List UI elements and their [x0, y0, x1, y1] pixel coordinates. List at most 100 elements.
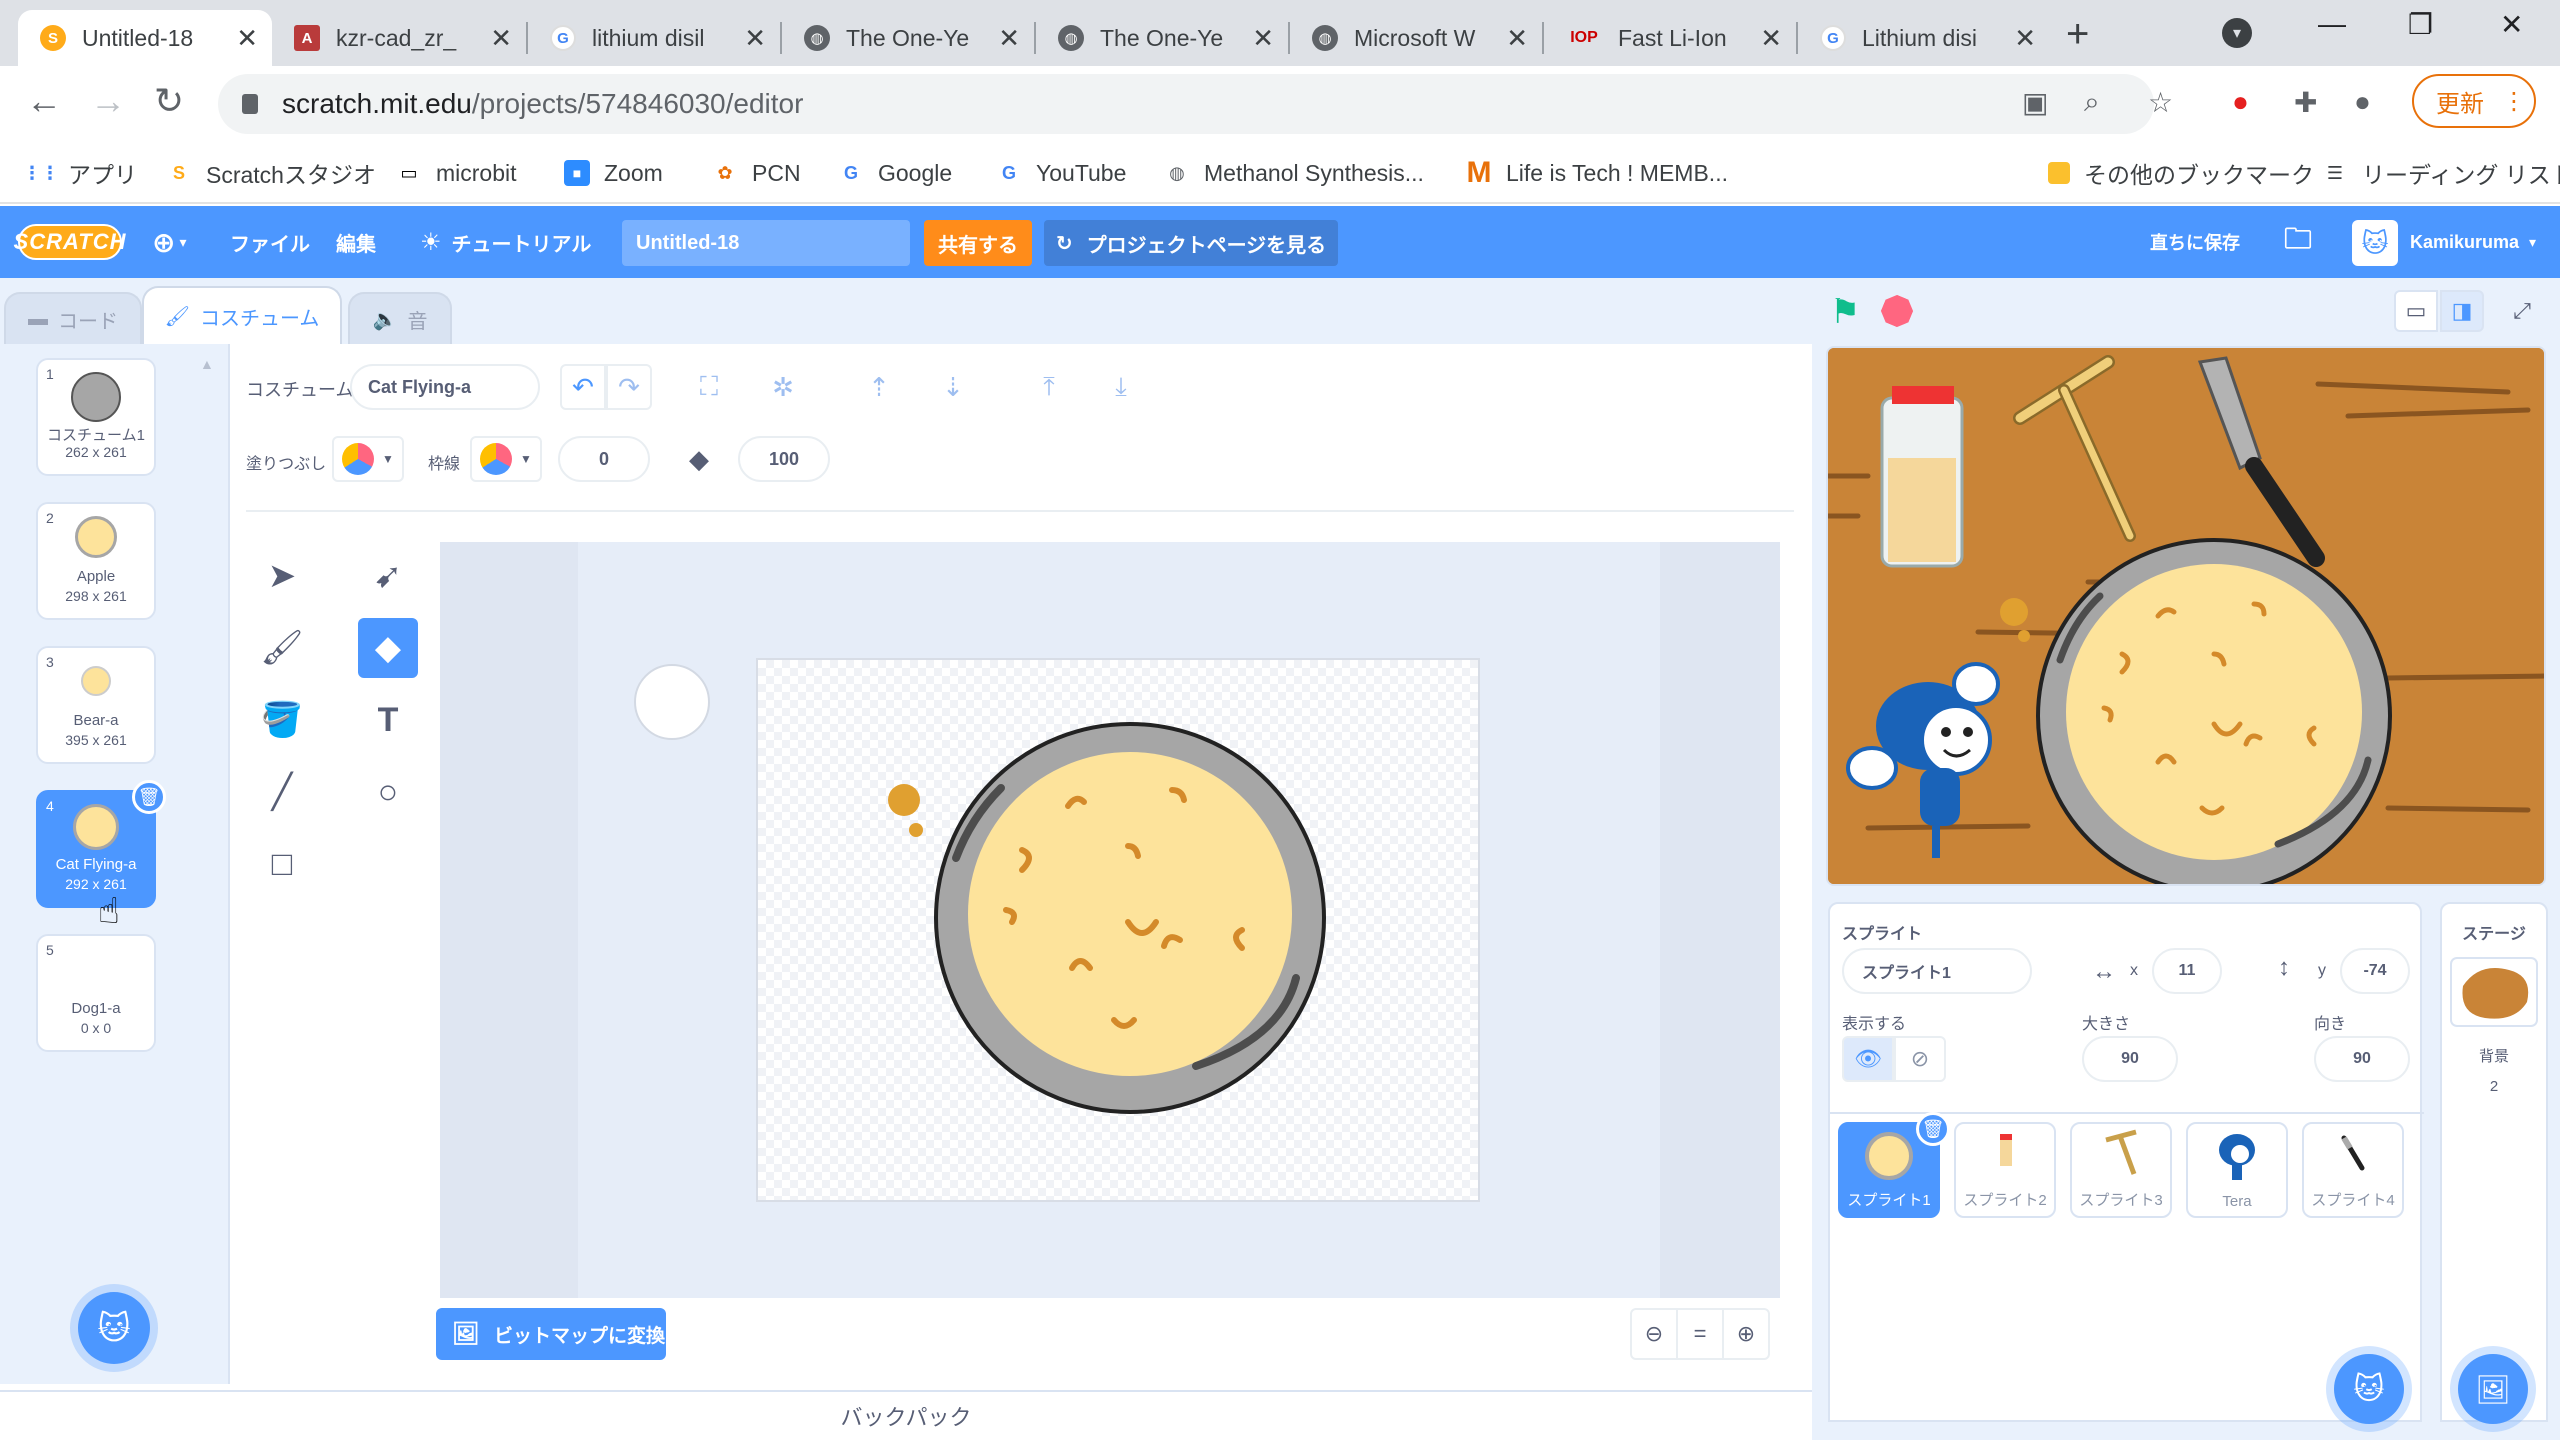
front-layer-icon[interactable]: ⤒	[1026, 364, 1072, 410]
direction-input[interactable]: 90	[2314, 1036, 2410, 1082]
my-stuff-folder-icon[interactable]: 🗀	[2284, 206, 2312, 278]
browser-tab[interactable]: ◍ Microsoft W ✕	[1290, 10, 1542, 66]
edit-menu[interactable]: 編集	[336, 206, 376, 278]
costume-card[interactable]: 5 Dog1-a 0 x 0	[36, 934, 156, 1052]
backpack-bar[interactable]: バックパック	[0, 1390, 1812, 1440]
size-input[interactable]: 90	[2082, 1036, 2178, 1082]
bookmark-life-is-tech[interactable]: M Life is Tech ! MEMB...	[1466, 154, 1728, 192]
bookmark-youtube[interactable]: G YouTube	[996, 154, 1126, 192]
costume-card[interactable]: 3 Bear-a 395 x 261	[36, 646, 156, 764]
line-tool-icon[interactable]: ╱	[252, 762, 312, 822]
browser-tab[interactable]: G lithium disil ✕	[528, 10, 780, 66]
tutorial-menu[interactable]: ☀ チュートリアル	[420, 206, 591, 278]
select-tool-icon[interactable]: ➤	[252, 546, 312, 606]
tab-code[interactable]: ▬ コード	[4, 292, 142, 344]
y-input[interactable]: -74	[2340, 948, 2410, 994]
project-title-input[interactable]: Untitled-18	[622, 220, 910, 266]
see-project-page-button[interactable]: ↻ プロジェクトページを見る	[1044, 220, 1338, 266]
bookmark-star-icon[interactable]: ☆	[2148, 86, 2173, 119]
sprite-name-input[interactable]: スプライト1	[1842, 948, 2032, 994]
sprite-card[interactable]: スプライト3	[2070, 1122, 2172, 1218]
tab-sounds[interactable]: 🔈 音	[348, 292, 452, 344]
sprite-card[interactable]: スプライト2	[1954, 1122, 2056, 1218]
scroll-up-icon[interactable]: ▲	[200, 356, 214, 376]
zoom-in-icon[interactable]: ⊕	[1722, 1308, 1770, 1360]
delete-sprite-icon[interactable]: 🗑	[1916, 1112, 1950, 1146]
fill-color-picker[interactable]: ▼	[332, 436, 404, 482]
close-tab-icon[interactable]: ✕	[2014, 23, 2036, 54]
close-tab-icon[interactable]: ✕	[1760, 23, 1782, 54]
text-tool-icon[interactable]: T	[358, 690, 418, 750]
circle-tool-icon[interactable]: ○	[358, 762, 418, 822]
bookmark-apps[interactable]: ⋮⋮ アプリ	[23, 154, 137, 192]
close-tab-icon[interactable]: ✕	[236, 23, 258, 54]
close-window-icon[interactable]: ✕	[2500, 8, 2523, 41]
costume-card[interactable]: 1 コスチューム1 262 x 261	[36, 358, 156, 476]
stage-canvas[interactable]	[1826, 346, 2546, 886]
close-tab-icon[interactable]: ✕	[1252, 23, 1274, 54]
bookmark-google[interactable]: G Google	[838, 154, 952, 192]
avatar[interactable]: 🐱	[2352, 220, 2398, 266]
add-sprite-button[interactable]: 🐱	[2334, 1354, 2404, 1424]
minimize-icon[interactable]: —	[2318, 8, 2346, 40]
zoom-icon[interactable]: ⌕	[2084, 86, 2100, 119]
other-bookmarks[interactable]: その他のブックマーク	[2048, 154, 2314, 192]
close-tab-icon[interactable]: ✕	[490, 23, 512, 54]
stage-target-panel[interactable]: ステージ 背景 2	[2440, 902, 2548, 1422]
costume-name-input[interactable]: Cat Flying-a	[350, 364, 540, 410]
sprite-card-selected[interactable]: スプライト1 🗑	[1838, 1112, 1950, 1218]
close-tab-icon[interactable]: ✕	[744, 23, 766, 54]
hide-eye-icon[interactable]: ⊘	[1894, 1036, 1946, 1082]
sprite-card[interactable]: スプライト4	[2302, 1122, 2404, 1218]
bookmark-zoom[interactable]: ■ Zoom	[564, 154, 663, 192]
redo-icon[interactable]: ↷	[606, 364, 652, 410]
bookmark-methanol[interactable]: ◍ Methanol Synthesis...	[1164, 154, 1424, 192]
normal-stage-icon[interactable]: ◨	[2440, 290, 2484, 332]
tab-search-icon[interactable]: ▾	[2222, 18, 2252, 48]
rectangle-tool-icon[interactable]: □	[252, 834, 312, 894]
brush-tool-icon[interactable]: 🖌	[252, 618, 312, 678]
close-tab-icon[interactable]: ✕	[1506, 23, 1528, 54]
extensions-puzzle-icon[interactable]: ✚	[2294, 86, 2317, 119]
username-menu[interactable]: Kamikuruma ▾	[2410, 206, 2536, 278]
reshape-tool-icon[interactable]: ➹	[358, 546, 418, 606]
delete-costume-icon[interactable]: 🗑	[132, 780, 166, 814]
forward-layer-icon[interactable]: ⇡	[856, 364, 902, 410]
file-menu[interactable]: ファイル	[230, 206, 310, 278]
backward-layer-icon[interactable]: ⇣	[930, 364, 976, 410]
fill-tool-icon[interactable]: 🪣	[252, 690, 312, 750]
browser-tab[interactable]: A kzr-cad_zr_ ✕	[272, 10, 526, 66]
save-now-button[interactable]: 直ちに保存	[2150, 206, 2240, 278]
outline-width-input[interactable]: 0	[558, 436, 650, 482]
browser-tab[interactable]: IOP Fast Li-Ion ✕	[1544, 10, 1796, 66]
fullscreen-icon[interactable]: ⤢	[2500, 290, 2544, 332]
ungroup-icon[interactable]: ✲	[760, 364, 806, 410]
x-input[interactable]: 11	[2152, 948, 2222, 994]
zoom-out-icon[interactable]: ⊖	[1630, 1308, 1678, 1360]
outline-color-picker[interactable]: ▼	[470, 436, 542, 482]
back-layer-icon[interactable]: ⤓	[1098, 364, 1144, 410]
eraser-tool-icon[interactable]: ◆	[358, 618, 418, 678]
back-icon[interactable]: ←	[26, 80, 62, 122]
share-button[interactable]: 共有する	[924, 220, 1032, 266]
forward-icon[interactable]: →	[90, 80, 126, 122]
camera-blocked-icon[interactable]: ▣	[2022, 86, 2048, 119]
reload-icon[interactable]: ↻	[154, 80, 184, 122]
add-backdrop-button[interactable]: 🖼	[2458, 1354, 2528, 1424]
sprite-card[interactable]: Tera	[2186, 1122, 2288, 1218]
scratch-logo[interactable]: SCRATCH	[14, 224, 125, 260]
browser-tab[interactable]: ◍ The One-Ye ✕	[782, 10, 1034, 66]
eraser-size-input[interactable]: 100	[738, 436, 830, 482]
extension-red-icon[interactable]: ●	[2232, 86, 2249, 118]
show-eye-icon[interactable]: 👁	[1842, 1036, 1894, 1082]
language-menu[interactable]: ⊕ ▾	[152, 206, 187, 278]
bookmark-pcn[interactable]: ✿ PCN	[712, 154, 800, 192]
add-costume-button[interactable]: 🐱	[78, 1292, 150, 1364]
undo-icon[interactable]: ↶	[560, 364, 606, 410]
small-stage-icon[interactable]: ▭	[2394, 290, 2438, 332]
reading-list[interactable]: ☰ リーディング リスト	[2322, 154, 2560, 192]
browser-tab-active[interactable]: S Untitled-18 ✕	[18, 10, 272, 66]
bookmark-microbit[interactable]: ▭ microbit	[396, 154, 516, 192]
convert-bitmap-button[interactable]: 🖼 ビットマップに変換	[436, 1308, 666, 1360]
tab-costumes[interactable]: 🖌 コスチューム	[142, 286, 342, 344]
